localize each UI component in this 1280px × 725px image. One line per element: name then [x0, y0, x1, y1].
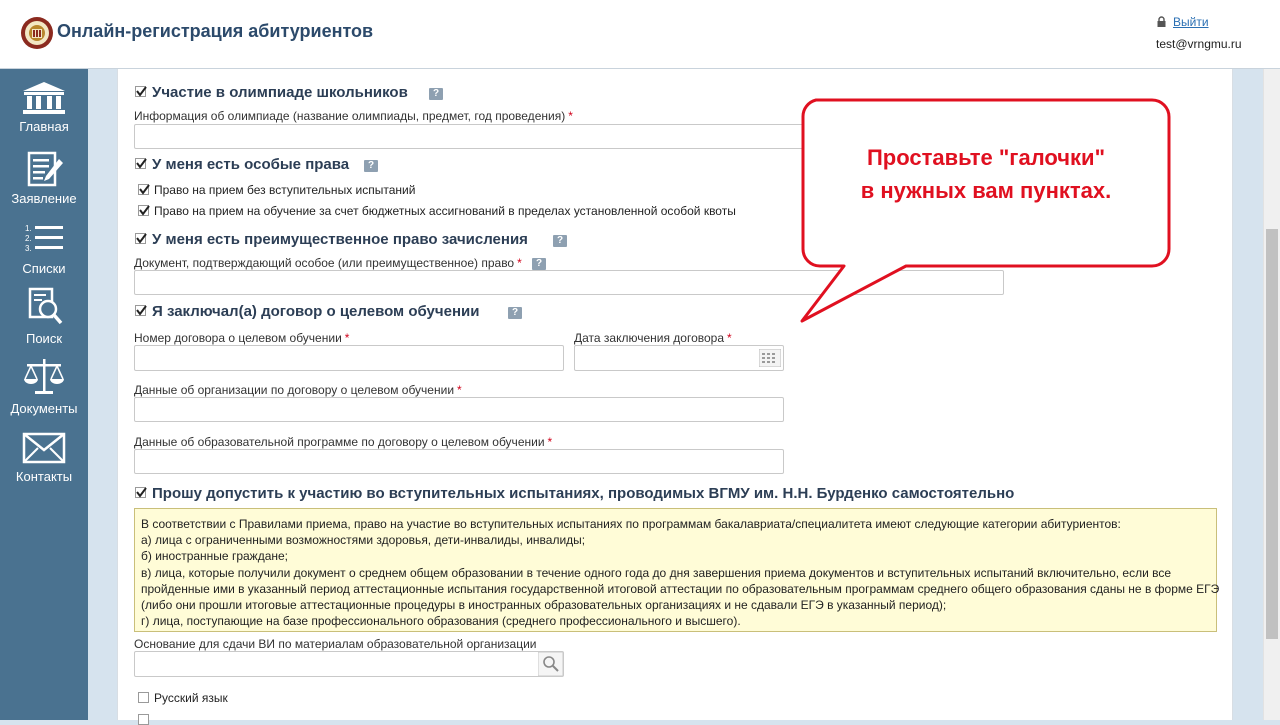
- subject-russian-label: Русский язык: [154, 691, 228, 705]
- priority-right-section-title: У меня есть преимущественное право зачис…: [152, 231, 528, 248]
- svg-text:2.: 2.: [25, 234, 32, 243]
- sidebar-item-documents[interactable]: Документы: [0, 357, 88, 416]
- lock-icon: [1157, 16, 1166, 27]
- olympiad-field-label: Информация об олимпиаде (название олимпи…: [134, 109, 573, 123]
- sidebar-item-lists[interactable]: 1. 2. 3. Списки: [0, 221, 88, 276]
- bank-building-icon: [23, 82, 65, 114]
- basis-label: Основание для сдачи ВИ по материалам обр…: [134, 637, 537, 651]
- help-icon[interactable]: ?: [508, 307, 522, 319]
- program-label-text: Данные об образовательной программе по д…: [134, 435, 545, 449]
- special-rights-checkbox[interactable]: [135, 158, 147, 169]
- sidebar-item-label: Списки: [22, 261, 66, 276]
- sidebar-item-contacts[interactable]: Контакты: [0, 431, 88, 484]
- required-asterisk: *: [344, 331, 350, 345]
- required-asterisk: *: [568, 109, 573, 123]
- priority-right-checkbox[interactable]: [135, 233, 147, 244]
- organization-label: Данные об организации по договору о целе…: [134, 383, 462, 397]
- page-scrollbar[interactable]: [1263, 69, 1280, 720]
- olympiad-field-label-text: Информация об олимпиаде (название олимпи…: [134, 109, 566, 123]
- checkmark-icon: [136, 233, 147, 244]
- scrollbar-thumb[interactable]: [1266, 229, 1278, 639]
- svg-text:1.: 1.: [25, 224, 32, 233]
- callout-line-1: Проставьте "галочки": [866, 145, 1106, 170]
- help-icon[interactable]: ?: [429, 88, 443, 100]
- contract-number-label-text: Номер договора о целевом обучении: [134, 331, 342, 345]
- checkmark-icon: [136, 305, 147, 316]
- sidebar: Главная Заявление 1. 2. 3. Списки Поиск …: [0, 69, 88, 720]
- notice-line: пройденные ими в указанный период аттест…: [141, 581, 1220, 596]
- notice-line: В соответствии с Правилами приема, право…: [141, 517, 1121, 531]
- calendar-icon[interactable]: [759, 349, 781, 367]
- help-icon[interactable]: ?: [532, 258, 546, 270]
- own-exams-section-title: Прошу допустить к участию во вступительн…: [152, 485, 1015, 502]
- required-asterisk: *: [547, 435, 553, 449]
- university-logo: [21, 17, 53, 49]
- special-rights-section-title: У меня есть особые права: [152, 156, 350, 173]
- checkmark-icon: [136, 487, 147, 498]
- sidebar-item-label: Заявление: [11, 191, 77, 206]
- svg-text:3.: 3.: [25, 244, 32, 253]
- target-contract-checkbox[interactable]: [135, 305, 147, 316]
- scales-icon: [24, 359, 64, 394]
- help-icon[interactable]: ?: [553, 235, 567, 247]
- special-quota-right-checkbox[interactable]: [138, 205, 150, 216]
- envelope-icon: [22, 432, 66, 464]
- organization-input[interactable]: [134, 397, 784, 422]
- no-exams-right-label: Право на прием без вступительных испытан…: [154, 183, 416, 197]
- checkmark-icon: [139, 205, 150, 216]
- priority-document-label-text: Документ, подтверждающий особое (или пре…: [134, 256, 515, 270]
- no-exams-right-checkbox[interactable]: [138, 184, 150, 195]
- sidebar-item-label: Документы: [10, 401, 78, 416]
- notice-line: (либо они прошли итоговые аттестационные…: [141, 598, 947, 613]
- required-asterisk: *: [457, 383, 462, 397]
- notice-line: б) иностранные граждане;: [141, 549, 288, 564]
- search-icon[interactable]: [538, 652, 563, 676]
- sidebar-item-application[interactable]: Заявление: [0, 151, 88, 206]
- checkmark-icon: [139, 184, 150, 195]
- callout-text: Проставьте "галочки" в нужных вам пункта…: [804, 141, 1168, 207]
- sidebar-item-home[interactable]: Главная: [0, 81, 88, 134]
- olympiad-checkbox[interactable]: [135, 86, 147, 97]
- required-asterisk: *: [727, 331, 732, 345]
- notice-line: г) лица, поступающие на базе профессиона…: [141, 614, 741, 629]
- logout-label[interactable]: Выйти: [1173, 15, 1209, 29]
- document-edit-icon: [27, 151, 63, 187]
- own-exams-checkbox[interactable]: [135, 487, 147, 498]
- checkmark-icon: [136, 86, 147, 97]
- exam-eligibility-notice: В соответствии с Правилами приема, право…: [134, 508, 1220, 632]
- subject-russian-checkbox[interactable]: [138, 692, 149, 703]
- organization-label-text: Данные об организации по договору о целе…: [134, 383, 455, 397]
- sidebar-item-label: Главная: [19, 119, 69, 134]
- notice-line: а) лица с ограниченными возможностями зд…: [141, 533, 586, 548]
- sidebar-item-label: Контакты: [15, 469, 73, 484]
- app-header: Онлайн-регистрация абитуриентов Выйти te…: [0, 0, 1280, 69]
- notice-line: в) лица, которые получили документ о сре…: [141, 565, 1172, 580]
- sidebar-item-label: Поиск: [25, 331, 63, 346]
- contract-number-label: Номер договора о целевом обучении *: [134, 331, 349, 345]
- callout-line-2: в нужных вам пунктах.: [860, 178, 1112, 203]
- basis-lookup-input[interactable]: [134, 651, 564, 677]
- special-quota-right-label: Право на прием на обучение за счет бюдже…: [154, 204, 736, 218]
- contract-number-input[interactable]: [134, 345, 564, 371]
- contract-date-input[interactable]: [574, 345, 784, 371]
- target-contract-section-title: Я заключал(а) договор о целевом обучении: [152, 303, 480, 320]
- instruction-callout-bubble: [800, 98, 1171, 323]
- priority-document-label: Документ, подтверждающий особое (или пре…: [134, 256, 522, 270]
- contract-date-label-text: Дата заключения договора: [574, 331, 725, 345]
- numbered-list-icon: 1. 2. 3.: [25, 224, 63, 253]
- user-email: test@vrngmu.ru: [1156, 37, 1242, 51]
- contract-date-label: Дата заключения договора *: [574, 331, 732, 345]
- program-input[interactable]: [134, 449, 784, 474]
- sidebar-item-search[interactable]: Поиск: [0, 287, 88, 346]
- app-title: Онлайн-регистрация абитуриентов: [57, 21, 374, 41]
- search-document-icon: [28, 287, 63, 325]
- checkmark-icon: [136, 158, 147, 169]
- required-asterisk: *: [517, 256, 522, 270]
- help-icon[interactable]: ?: [364, 160, 378, 172]
- right-rail: [1233, 69, 1263, 720]
- logout-link[interactable]: Выйти: [1157, 15, 1209, 29]
- program-label: Данные об образовательной программе по д…: [134, 435, 552, 449]
- olympiad-section-title: Участие в олимпиаде школьников: [152, 84, 408, 101]
